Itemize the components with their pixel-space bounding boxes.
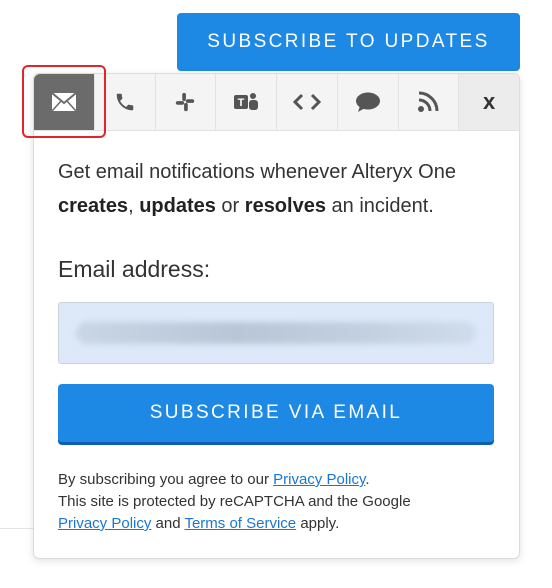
svg-text:T: T: [238, 97, 245, 109]
phone-icon: [116, 93, 133, 111]
code-icon: [292, 93, 321, 111]
desc-or: or: [215, 195, 245, 217]
desc-text: Get email notifications whenever Alteryx…: [58, 161, 456, 183]
subscribe-via-email-button[interactable]: SUBSCRIBE VIA EMAIL: [58, 384, 494, 442]
desc-creates: creates: [58, 195, 129, 217]
close-button[interactable]: x: [459, 74, 519, 130]
chat-bubble-icon: [355, 92, 380, 112]
email-description: Get email notifications whenever Alteryx…: [58, 155, 478, 223]
tab-teams[interactable]: T: [216, 74, 277, 130]
tab-chat[interactable]: [338, 74, 399, 130]
legal-text: By subscribing you agree to our: [58, 471, 274, 488]
tab-slack[interactable]: [156, 74, 217, 130]
email-address-input[interactable]: [58, 302, 494, 364]
legal-text: apply.: [296, 515, 340, 532]
active-tab-highlight: [22, 65, 106, 138]
terms-of-service-link[interactable]: Terms of Service: [184, 515, 296, 532]
legal-text: .: [365, 471, 370, 488]
background-divider: [0, 528, 34, 529]
email-address-label: Email address:: [58, 256, 211, 282]
privacy-policy-link[interactable]: Privacy Policy: [273, 471, 365, 488]
teams-icon: T: [234, 93, 259, 110]
tab-rss[interactable]: [399, 74, 460, 130]
desc-comma: ,: [128, 195, 140, 217]
subscribe-to-updates-button[interactable]: SUBSCRIBE TO UPDATES: [177, 13, 520, 71]
tab-webhook[interactable]: [277, 74, 338, 130]
rss-icon: [418, 91, 439, 112]
desc-end: an incident.: [325, 195, 434, 217]
desc-updates: updates: [139, 195, 216, 217]
subscribe-method-tabs: T x: [34, 74, 519, 131]
desc-resolves: resolves: [244, 195, 326, 217]
legal-notice: By subscribing you agree to our Privacy …: [58, 469, 498, 535]
google-privacy-policy-link[interactable]: Privacy Policy: [58, 515, 151, 532]
slack-icon: [176, 92, 195, 112]
recaptcha-text: This site is protected by reCAPTCHA and …: [58, 493, 411, 510]
legal-text: and: [151, 515, 185, 532]
